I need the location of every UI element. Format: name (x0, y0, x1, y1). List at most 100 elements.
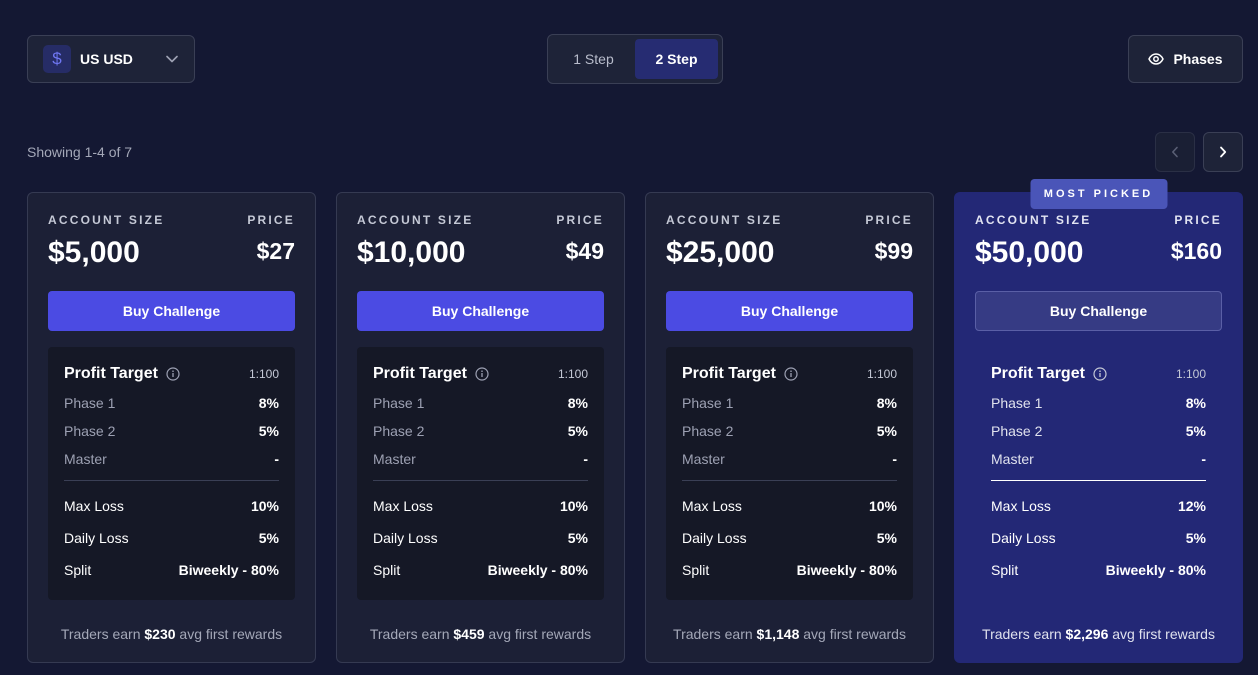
max-loss-row: Max Loss 10% (682, 490, 897, 522)
tab-1-step[interactable]: 1 Step (552, 39, 635, 79)
daily-loss-label: Daily Loss (991, 530, 1056, 546)
avg-rewards-text: Traders earn $2,296 avg first rewards (955, 626, 1242, 642)
split-row: Split Biweekly - 80% (373, 554, 588, 586)
phases-button[interactable]: Phases (1128, 35, 1243, 83)
phase2-label: Phase 2 (373, 423, 425, 439)
master-label: Master (64, 451, 107, 467)
split-label: Split (64, 562, 92, 578)
avg-rewards-text: Traders earn $1,148 avg first rewards (646, 626, 933, 642)
buy-challenge-button[interactable]: Buy Challenge (357, 291, 604, 331)
account-size-label: ACCOUNT SIZE (357, 213, 474, 227)
phase1-value: 8% (876, 395, 897, 411)
price-label: PRICE (247, 213, 295, 227)
divider (64, 480, 279, 481)
account-size-label: ACCOUNT SIZE (666, 213, 783, 227)
buy-challenge-button[interactable]: Buy Challenge (975, 291, 1222, 331)
currency-label: US USD (80, 51, 133, 67)
chevron-right-icon (1219, 146, 1227, 158)
avg-rewards-text: Traders earn $459 avg first rewards (337, 626, 624, 642)
daily-loss-row: Daily Loss 5% (373, 522, 588, 554)
daily-loss-row: Daily Loss 5% (682, 522, 897, 554)
phase1-value: 8% (1185, 395, 1206, 411)
phase1-label: Phase 1 (373, 395, 425, 411)
pricing-card-5000: ACCOUNT SIZE PRICE $5,000 $27 Buy Challe… (27, 192, 316, 663)
account-size-value: $10,000 (357, 236, 466, 269)
leverage-value: 1:100 (866, 367, 897, 381)
buy-challenge-button[interactable]: Buy Challenge (48, 291, 295, 331)
master-row: Master - (991, 445, 1206, 473)
max-loss-label: Max Loss (682, 498, 742, 514)
phase2-row: Phase 2 5% (373, 417, 588, 445)
info-icon[interactable] (166, 367, 180, 381)
earn-amount: $2,296 (1065, 626, 1109, 642)
earn-prefix: Traders earn (369, 626, 450, 642)
account-size-label: ACCOUNT SIZE (48, 213, 165, 227)
buy-challenge-button[interactable]: Buy Challenge (666, 291, 913, 331)
master-label: Master (991, 451, 1034, 467)
phase2-value: 5% (1185, 423, 1206, 439)
chevron-left-icon (1171, 146, 1179, 158)
phase1-label: Phase 1 (64, 395, 116, 411)
leverage-value: 1:100 (557, 367, 588, 381)
split-row: Split Biweekly - 80% (991, 554, 1206, 586)
master-label: Master (373, 451, 416, 467)
eye-icon (1148, 53, 1165, 65)
phase2-value: 5% (567, 423, 588, 439)
max-loss-row: Max Loss 10% (373, 490, 588, 522)
split-value: Biweekly - 80% (487, 562, 588, 578)
price-label: PRICE (865, 213, 913, 227)
split-value: Biweekly - 80% (178, 562, 279, 578)
chevron-down-icon (165, 52, 179, 66)
phase1-row: Phase 1 8% (682, 389, 897, 417)
daily-loss-value: 5% (876, 530, 897, 546)
profit-target-title: Profit Target (682, 365, 776, 382)
rules-panel: Profit Target 1:100 Phase 1 8% Phase 2 5% … (48, 347, 295, 600)
split-label: Split (373, 562, 401, 578)
earn-suffix: avg first rewards (488, 626, 592, 642)
phase2-row: Phase 2 5% (991, 417, 1206, 445)
rules-panel: Profit Target 1:100 Phase 1 8% Phase 2 5% … (666, 347, 913, 600)
most-picked-badge: MOST PICKED (1030, 179, 1167, 209)
info-icon[interactable] (784, 367, 798, 381)
pricing-card-50000: MOST PICKED ACCOUNT SIZE PRICE $50,000 $… (954, 179, 1243, 663)
master-row: Master - (373, 445, 588, 473)
prev-page-button[interactable] (1155, 132, 1195, 172)
phase2-value: 5% (876, 423, 897, 439)
currency-selector[interactable]: $ US USD (27, 35, 195, 83)
info-icon[interactable] (475, 367, 489, 381)
max-loss-label: Max Loss (373, 498, 433, 514)
price-value: $49 (565, 238, 604, 264)
price-value: $160 (1170, 238, 1222, 264)
master-value: - (583, 451, 588, 467)
split-row: Split Biweekly - 80% (64, 554, 279, 586)
divider (991, 480, 1206, 481)
phase1-label: Phase 1 (682, 395, 734, 411)
account-size-value: $50,000 (975, 236, 1084, 269)
max-loss-value: 10% (868, 498, 897, 514)
max-loss-row: Max Loss 10% (64, 490, 279, 522)
max-loss-row: Max Loss 12% (991, 490, 1206, 522)
price-label: PRICE (1174, 213, 1222, 227)
split-row: Split Biweekly - 80% (682, 554, 897, 586)
daily-loss-label: Daily Loss (373, 530, 438, 546)
split-label: Split (991, 562, 1019, 578)
max-loss-value: 10% (250, 498, 279, 514)
daily-loss-label: Daily Loss (64, 530, 129, 546)
leverage-value: 1:100 (248, 367, 279, 381)
price-label: PRICE (556, 213, 604, 227)
earn-amount: $459 (453, 626, 485, 642)
next-page-button[interactable] (1203, 132, 1243, 172)
profit-target-title: Profit Target (64, 365, 158, 382)
info-icon[interactable] (1093, 367, 1107, 381)
earn-suffix: avg first rewards (803, 626, 906, 642)
phase1-row: Phase 1 8% (373, 389, 588, 417)
tab-2-step[interactable]: 2 Step (635, 39, 718, 79)
phase1-row: Phase 1 8% (64, 389, 279, 417)
earn-suffix: avg first rewards (179, 626, 283, 642)
rules-panel: Profit Target 1:100 Phase 1 8% Phase 2 5% … (357, 347, 604, 600)
phases-label: Phases (1173, 51, 1223, 67)
price-value: $27 (256, 238, 295, 264)
master-row: Master - (682, 445, 897, 473)
avg-rewards-text: Traders earn $230 avg first rewards (28, 626, 315, 642)
daily-loss-row: Daily Loss 5% (64, 522, 279, 554)
